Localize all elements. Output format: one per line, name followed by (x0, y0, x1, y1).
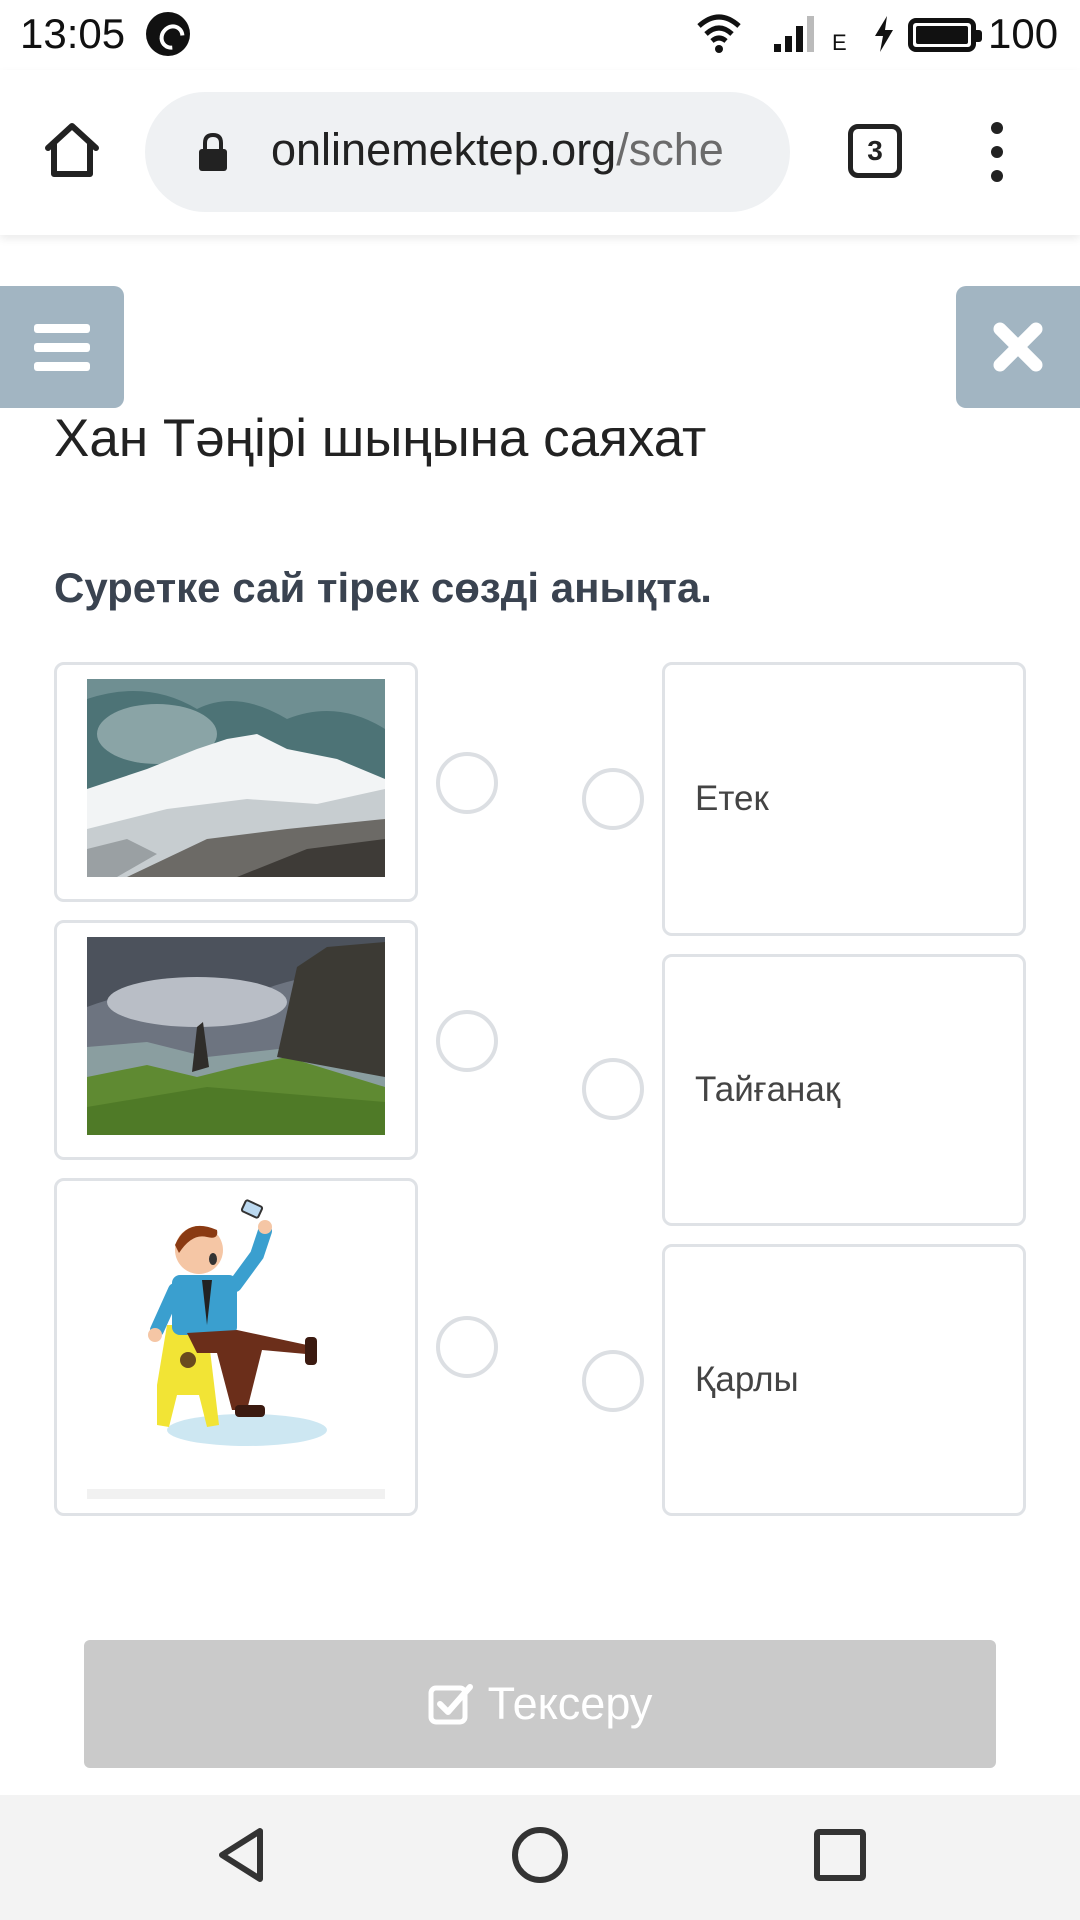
image-card-mountain[interactable] (54, 662, 418, 902)
option-label: Етек (695, 779, 769, 818)
right-radio-3[interactable] (582, 1350, 644, 1412)
browser-toolbar: onlinemektep.org/sche 3 (0, 70, 1080, 235)
whatsapp-icon (146, 12, 190, 56)
green-cliffs-photo (87, 937, 385, 1135)
image-card-slipping[interactable] (54, 1178, 418, 1516)
man-slipping-illustration (148, 1199, 327, 1446)
close-icon (993, 322, 1043, 372)
address-bar[interactable]: onlinemektep.org/sche (145, 92, 790, 212)
option-card-1[interactable]: Етек (662, 662, 1026, 936)
more-vert-icon[interactable] (982, 122, 1012, 182)
question-text: Суретке сай тірек сөзді анықта. (54, 564, 712, 611)
url-path: /sche (616, 124, 724, 175)
close-button[interactable] (956, 286, 1080, 408)
left-radio-1[interactable] (436, 752, 498, 814)
back-icon[interactable] (212, 1825, 272, 1885)
signal-icon (774, 16, 814, 52)
hamburger-icon (34, 362, 90, 371)
hamburger-icon (34, 343, 90, 352)
snowy-mountain-photo (87, 679, 385, 877)
status-bar: 13:05 E 100 (0, 0, 1080, 70)
check-button-label: Тексеру (487, 1678, 653, 1729)
menu-button[interactable] (0, 286, 124, 408)
check-button[interactable]: Тексеру (84, 1640, 996, 1768)
url-domain: onlinemektep.org (271, 124, 617, 175)
tabs-icon[interactable]: 3 (848, 124, 902, 178)
option-card-3[interactable]: Қарлы (662, 1244, 1026, 1516)
charging-icon (875, 16, 893, 52)
network-type: E (832, 30, 847, 55)
checkbox-icon (428, 1684, 473, 1725)
image-card-cliffs[interactable] (54, 920, 418, 1160)
wifi-icon (697, 14, 741, 53)
url-text: onlinemektep.org/sche (271, 124, 771, 176)
status-time: 13:05 (20, 10, 126, 57)
page-title: Хан Тәңірі шыңына саяхат (54, 409, 707, 468)
left-radio-3[interactable] (436, 1316, 498, 1378)
home-icon[interactable] (40, 118, 104, 182)
system-nav-bar (0, 1795, 1080, 1920)
left-radio-2[interactable] (436, 1010, 498, 1072)
battery-percentage: 100 (988, 10, 1059, 57)
option-card-2[interactable]: Тайғанақ (662, 954, 1026, 1226)
lock-icon (199, 132, 227, 171)
option-label: Қарлы (695, 1360, 799, 1399)
battery-icon (908, 18, 982, 52)
right-radio-1[interactable] (582, 768, 644, 830)
home-circle-icon[interactable] (512, 1827, 568, 1883)
option-label: Тайғанақ (695, 1070, 841, 1109)
recents-icon[interactable] (814, 1829, 866, 1881)
right-radio-2[interactable] (582, 1058, 644, 1120)
image-bottom-strip (87, 1489, 385, 1499)
hamburger-icon (34, 324, 90, 333)
